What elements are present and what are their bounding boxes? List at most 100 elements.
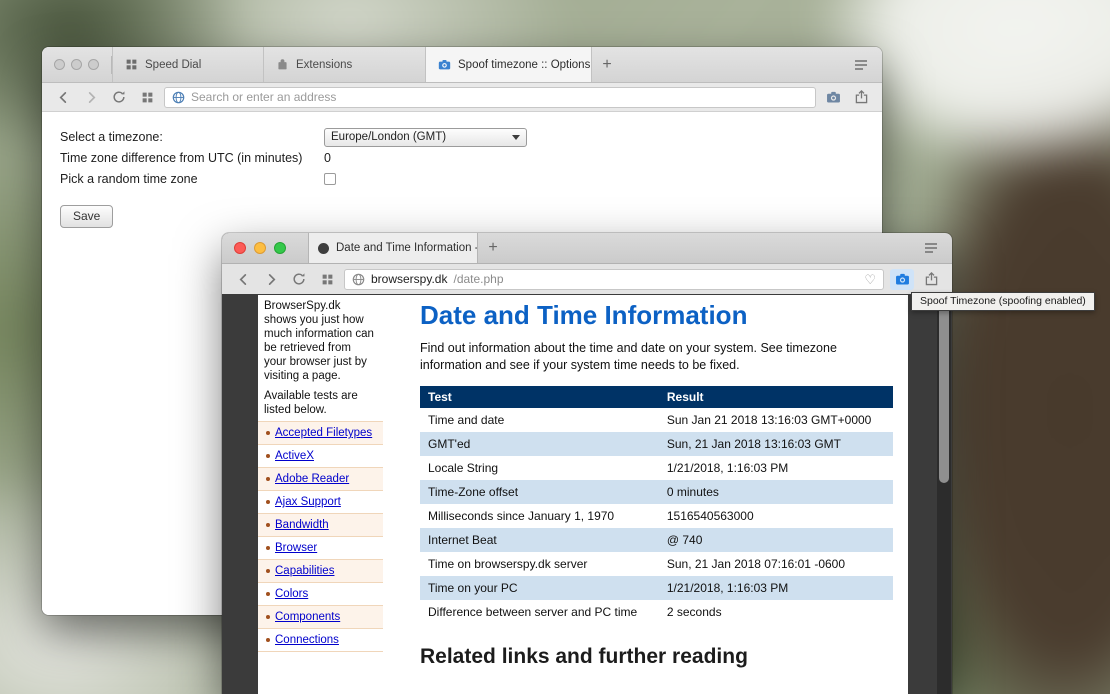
tab-speed-dial[interactable]: Speed Dial: [112, 47, 264, 82]
zoom-button[interactable]: [88, 59, 99, 70]
sidebar-link[interactable]: Accepted Filetypes: [275, 427, 372, 439]
window-controls: [222, 233, 298, 263]
forward-button[interactable]: [260, 268, 282, 290]
bullet-icon: [266, 638, 270, 642]
browserspy-favicon: [318, 243, 329, 254]
tab-label: Speed Dial: [145, 59, 201, 71]
bullet-icon: [266, 477, 270, 481]
bullet-icon: [266, 523, 270, 527]
sidebar-link[interactable]: Adobe Reader: [275, 473, 349, 485]
table-header-row: Test Result: [420, 386, 893, 408]
results-table: Test Result Time and dateSun Jan 21 2018…: [420, 386, 893, 624]
random-timezone-checkbox[interactable]: [324, 173, 336, 185]
new-tab-button[interactable]: +: [592, 47, 622, 82]
page-intro: Find out information about the time and …: [420, 340, 893, 374]
bullet-icon: [266, 454, 270, 458]
forward-button[interactable]: [80, 86, 102, 108]
scrollbar[interactable]: [937, 295, 951, 694]
speed-dial-button[interactable]: [136, 86, 158, 108]
random-timezone-label: Pick a random time zone: [60, 169, 324, 189]
sidebar-link[interactable]: Ajax Support: [275, 496, 341, 508]
spoof-extension-tooltip: Spoof Timezone (spoofing enabled): [911, 292, 1095, 311]
sidebar-link[interactable]: Bandwidth: [275, 519, 329, 531]
save-button[interactable]: Save: [60, 205, 113, 228]
timezone-select[interactable]: Europe/London (GMT): [324, 128, 527, 147]
desktop: Speed Dial Extensions Spoof timezone :: …: [0, 0, 1110, 694]
tab-menu-icon[interactable]: [840, 47, 882, 82]
sidebar-links-list: Accepted Filetypes ActiveX Adobe Reader Aja…: [258, 421, 383, 652]
bookmark-heart-icon[interactable]: ♡: [864, 273, 876, 286]
result-row: GMT'edSun, 21 Jan 2018 13:16:03 GMT: [420, 432, 893, 456]
result-test: Milliseconds since January 1, 1970: [420, 504, 659, 528]
speed-dial-button[interactable]: [316, 268, 338, 290]
results-table-body: Time and dateSun Jan 21 2018 13:16:03 GM…: [420, 408, 893, 624]
result-value: 1/21/2018, 1:16:03 PM: [659, 456, 893, 480]
sidebar-link-row: Connections: [258, 628, 383, 652]
reload-button[interactable]: [288, 268, 310, 290]
result-test: Time-Zone offset: [420, 480, 659, 504]
timezone-select-value: Europe/London (GMT): [331, 131, 446, 143]
sidebar-link-row: Capabilities: [258, 559, 383, 582]
spoof-timezone-favicon: [438, 59, 451, 70]
result-value: @ 740: [659, 528, 893, 552]
tab-spoof-options[interactable]: Spoof timezone :: Options pa: [426, 47, 592, 82]
address-bar[interactable]: [164, 87, 816, 108]
result-row: Internet Beat@ 740: [420, 528, 893, 552]
browser-viewport: BrowserSpy.dk shows you just how much in…: [222, 295, 952, 694]
globe-icon: [352, 273, 365, 286]
result-test: Time and date: [420, 408, 659, 432]
result-test: Time on your PC: [420, 576, 659, 600]
result-row: Time-Zone offset0 minutes: [420, 480, 893, 504]
result-value: Sun, 21 Jan 2018 07:16:01 -0600: [659, 552, 893, 576]
sidebar-link[interactable]: ActiveX: [275, 450, 314, 462]
spoof-timezone-extension-icon[interactable]: [890, 269, 914, 290]
back-button[interactable]: [232, 268, 254, 290]
minimize-button[interactable]: [254, 242, 266, 254]
result-value: 1516540563000: [659, 504, 893, 528]
sidebar-link[interactable]: Components: [275, 611, 340, 623]
back-nav-bar: [42, 83, 882, 112]
tab-menu-icon[interactable]: [910, 233, 952, 263]
close-button[interactable]: [234, 242, 246, 254]
sidebar-link-row: ActiveX: [258, 444, 383, 467]
timezone-label: Select a timezone:: [60, 127, 324, 147]
sidebar-link[interactable]: Browser: [275, 542, 317, 554]
sidebar-link-row: Ajax Support: [258, 490, 383, 513]
back-button[interactable]: [52, 86, 74, 108]
result-row: Milliseconds since January 1, 1970151654…: [420, 504, 893, 528]
minimize-button[interactable]: [71, 59, 82, 70]
bullet-icon: [266, 592, 270, 596]
zoom-button[interactable]: [274, 242, 286, 254]
back-tab-bar: Speed Dial Extensions Spoof timezone :: …: [42, 47, 882, 83]
page-title: Date and Time Information: [420, 300, 893, 331]
address-input[interactable]: [191, 90, 808, 104]
reload-button[interactable]: [108, 86, 130, 108]
sidebar-link[interactable]: Capabilities: [275, 565, 334, 577]
sidebar-link[interactable]: Connections: [275, 634, 339, 646]
result-test: Locale String: [420, 456, 659, 480]
sidebar-link-row: Components: [258, 605, 383, 628]
tab-label: Spoof timezone :: Options pa: [458, 59, 592, 71]
options-form: Select a timezone: Europe/London (GMT) T…: [60, 127, 882, 189]
column-header-test: Test: [420, 386, 659, 408]
tab-date-time[interactable]: Date and Time Information -: [308, 233, 478, 263]
close-button[interactable]: [54, 59, 65, 70]
tab-label: Extensions: [296, 59, 352, 71]
select-arrow-icon: [512, 135, 520, 140]
sidebar-link-row: Accepted Filetypes: [258, 421, 383, 444]
share-icon[interactable]: [920, 268, 942, 290]
sidebar-note: Available tests are listed below.: [258, 383, 383, 417]
speed-dial-grid-icon: [125, 58, 138, 71]
scrollbar-thumb[interactable]: [939, 300, 949, 483]
address-bar[interactable]: browserspy.dk/date.php ♡: [344, 269, 884, 290]
sidebar-link-row: Colors: [258, 582, 383, 605]
new-tab-button[interactable]: +: [478, 233, 508, 263]
result-test: Time on browserspy.dk server: [420, 552, 659, 576]
share-icon[interactable]: [850, 86, 872, 108]
sidebar-link[interactable]: Colors: [275, 588, 308, 600]
spoof-timezone-extension-icon[interactable]: [822, 86, 844, 108]
related-heading: Related links and further reading: [420, 645, 893, 669]
tab-extensions[interactable]: Extensions: [264, 47, 426, 82]
browserspy-page: BrowserSpy.dk shows you just how much in…: [258, 295, 908, 694]
result-value: 1/21/2018, 1:16:03 PM: [659, 576, 893, 600]
